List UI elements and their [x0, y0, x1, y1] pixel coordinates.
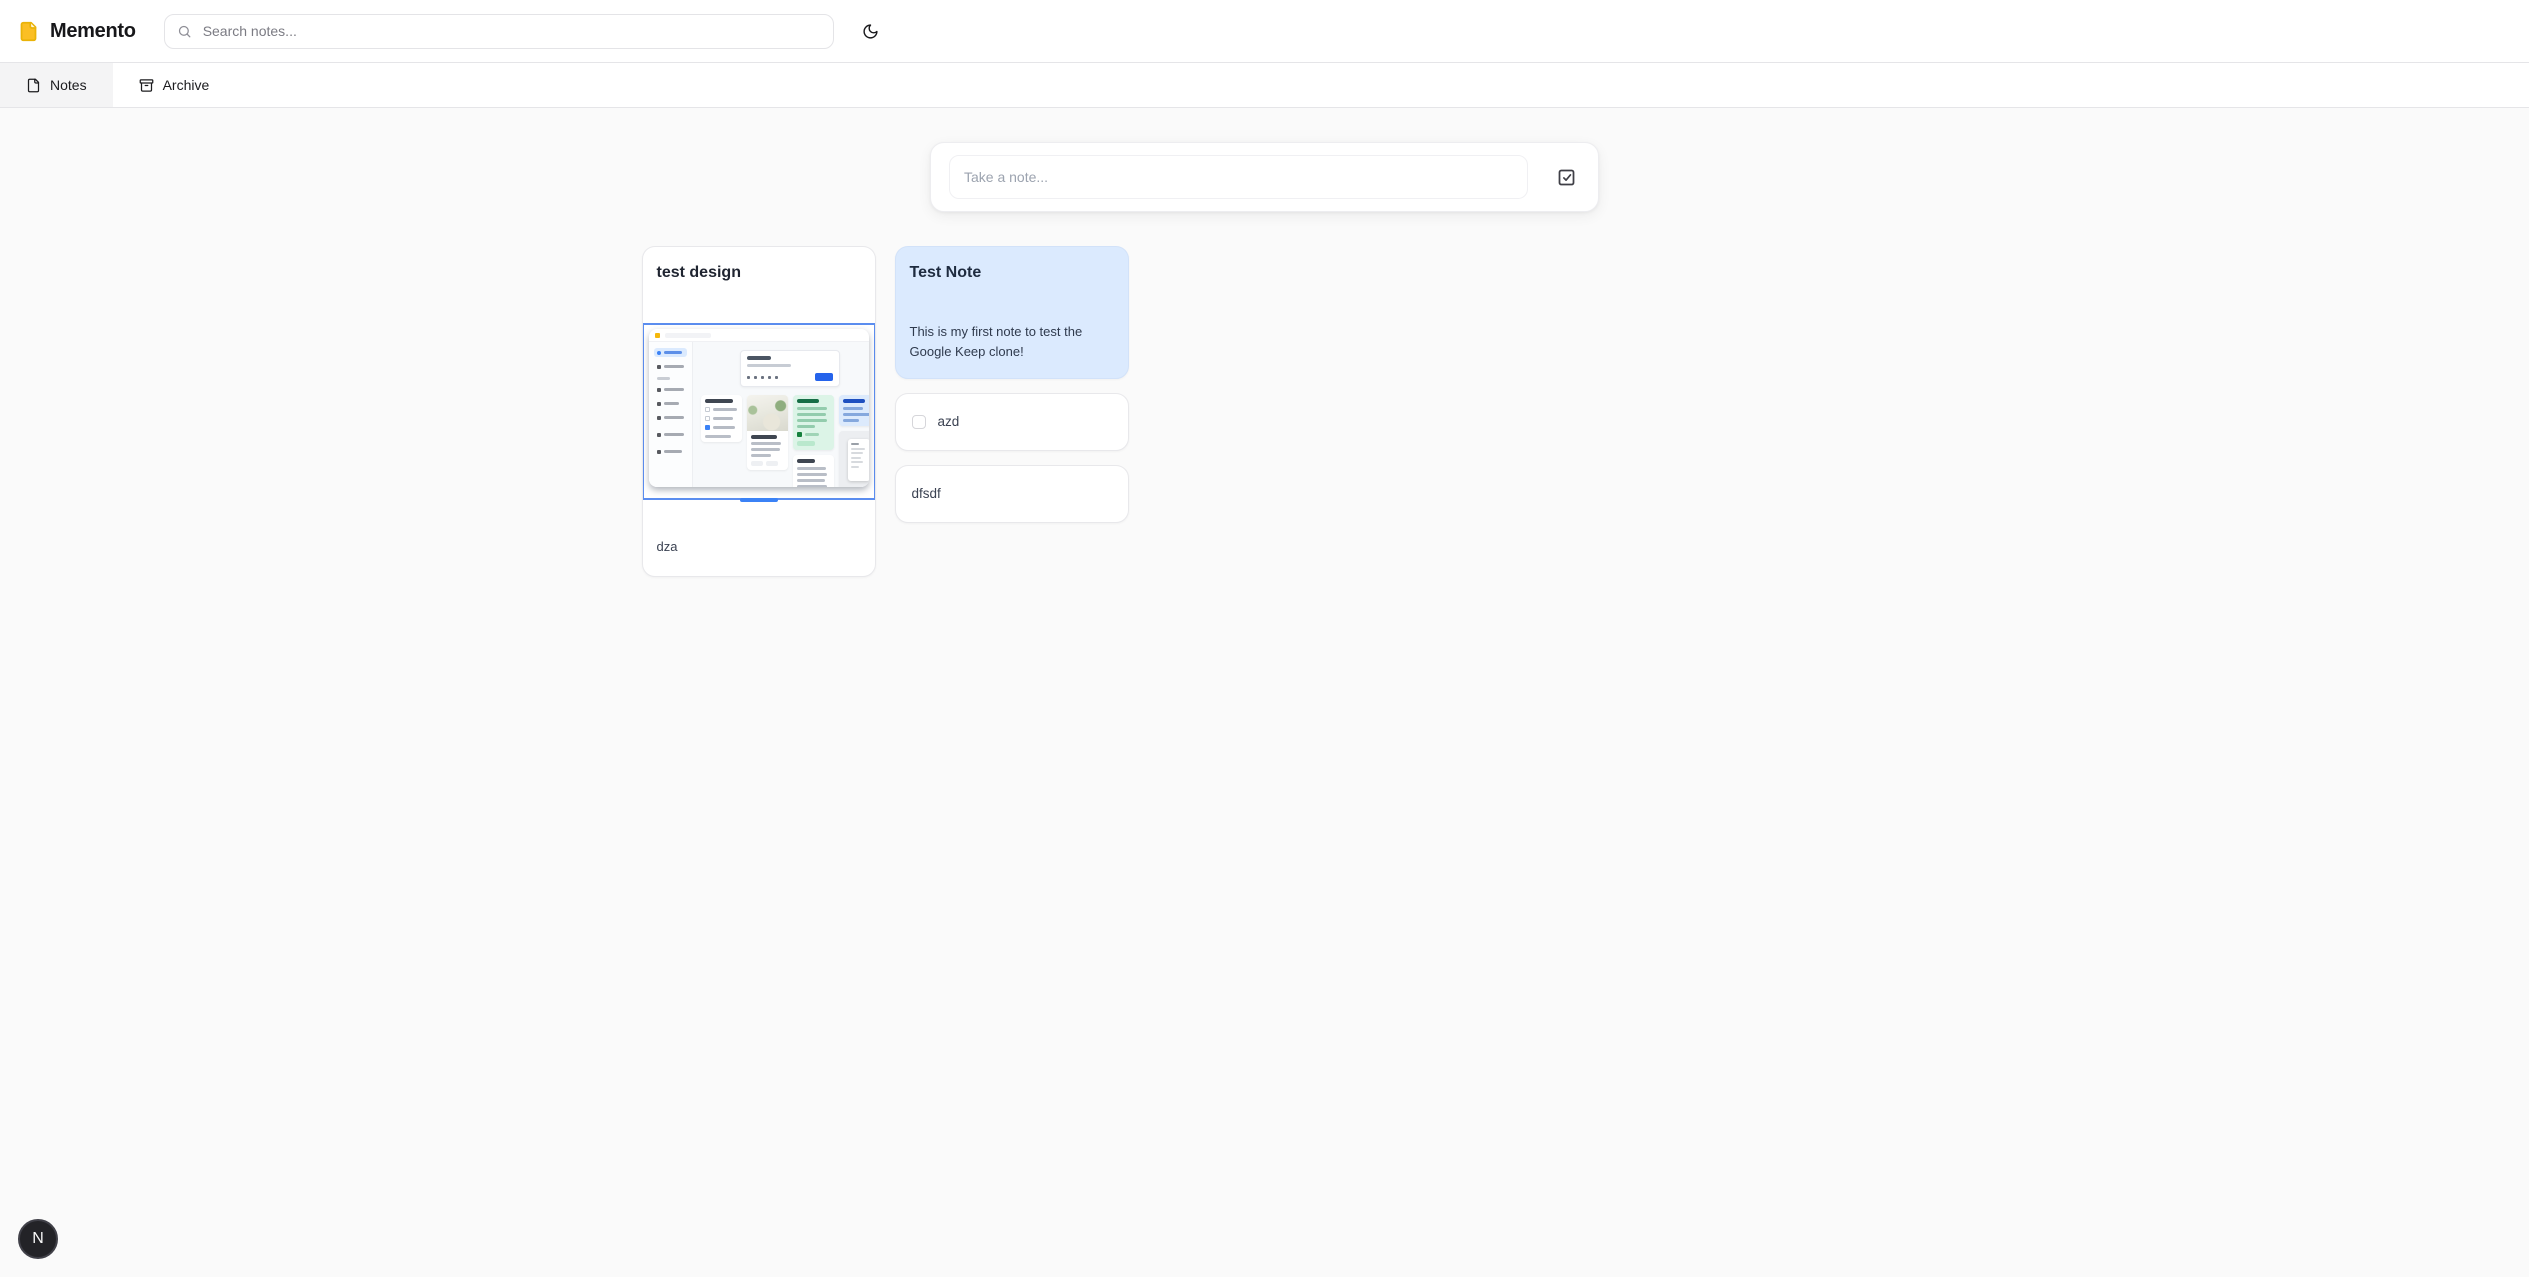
note-card-dfsdf[interactable]: dfsdf [895, 465, 1129, 523]
note-checkbox[interactable] [912, 415, 926, 429]
notes-grid: test design [0, 246, 2529, 577]
thumbnail-sidebar [649, 342, 693, 487]
app-title: Memento [50, 20, 136, 43]
sticky-note-icon [18, 21, 39, 42]
note-card-test-note[interactable]: Test Note This is my first note to test … [895, 246, 1129, 379]
take-note-input[interactable] [949, 155, 1528, 199]
note-body: This is my first note to test the Google… [896, 322, 1128, 378]
search-input[interactable] [201, 22, 821, 40]
note-body: azd [938, 412, 960, 432]
note-card-test-design[interactable]: test design [642, 246, 876, 577]
brand: Memento [18, 20, 136, 43]
thumbnail-blue-card [839, 395, 869, 426]
thumbnail-composer [740, 350, 840, 387]
image-selection-handle[interactable] [740, 498, 778, 502]
moon-icon [862, 23, 879, 40]
grid-column-5 [1654, 246, 1888, 577]
note-body: dfsdf [912, 484, 941, 504]
check-square-icon [1556, 167, 1577, 188]
grid-column-4 [1401, 246, 1635, 577]
thumbnail-app-window [649, 329, 869, 487]
grid-column-2: Test Note This is my first note to test … [895, 246, 1129, 577]
search-bar [164, 14, 834, 49]
note-body: dza [643, 537, 875, 576]
note-composer [930, 142, 1599, 212]
file-icon [26, 78, 41, 93]
thumbnail-white-card [793, 455, 834, 487]
tab-archive-label: Archive [163, 77, 210, 93]
theme-toggle-button[interactable] [854, 14, 888, 48]
tab-bar: Notes Archive [0, 62, 2529, 108]
header: Memento [0, 0, 2529, 62]
note-image-thumbnail [643, 323, 875, 500]
tab-notes-label: Notes [50, 77, 87, 93]
archive-icon [139, 78, 154, 93]
tab-notes[interactable]: Notes [0, 63, 113, 107]
note-title: Test Note [910, 264, 1114, 282]
new-list-button[interactable] [1552, 163, 1580, 191]
tab-archive[interactable]: Archive [113, 63, 236, 107]
thumbnail-main [693, 342, 869, 487]
user-avatar[interactable]: N [18, 1219, 58, 1259]
grid-column-1: test design [642, 246, 876, 577]
thumbnail-photo-card [747, 395, 788, 470]
main-content: test design [0, 108, 2529, 577]
thumbnail-phone-card [839, 431, 869, 487]
search-icon [177, 24, 192, 39]
app-root: { "app": { "name": "Memento" }, "header"… [0, 0, 2529, 1277]
note-card-azd[interactable]: azd [895, 393, 1129, 451]
thumbnail-green-card [793, 395, 834, 450]
thumbnail-list-card [701, 395, 742, 442]
note-title: test design [657, 264, 861, 282]
avatar-initial: N [32, 1230, 44, 1248]
grid-column-3 [1148, 246, 1382, 577]
